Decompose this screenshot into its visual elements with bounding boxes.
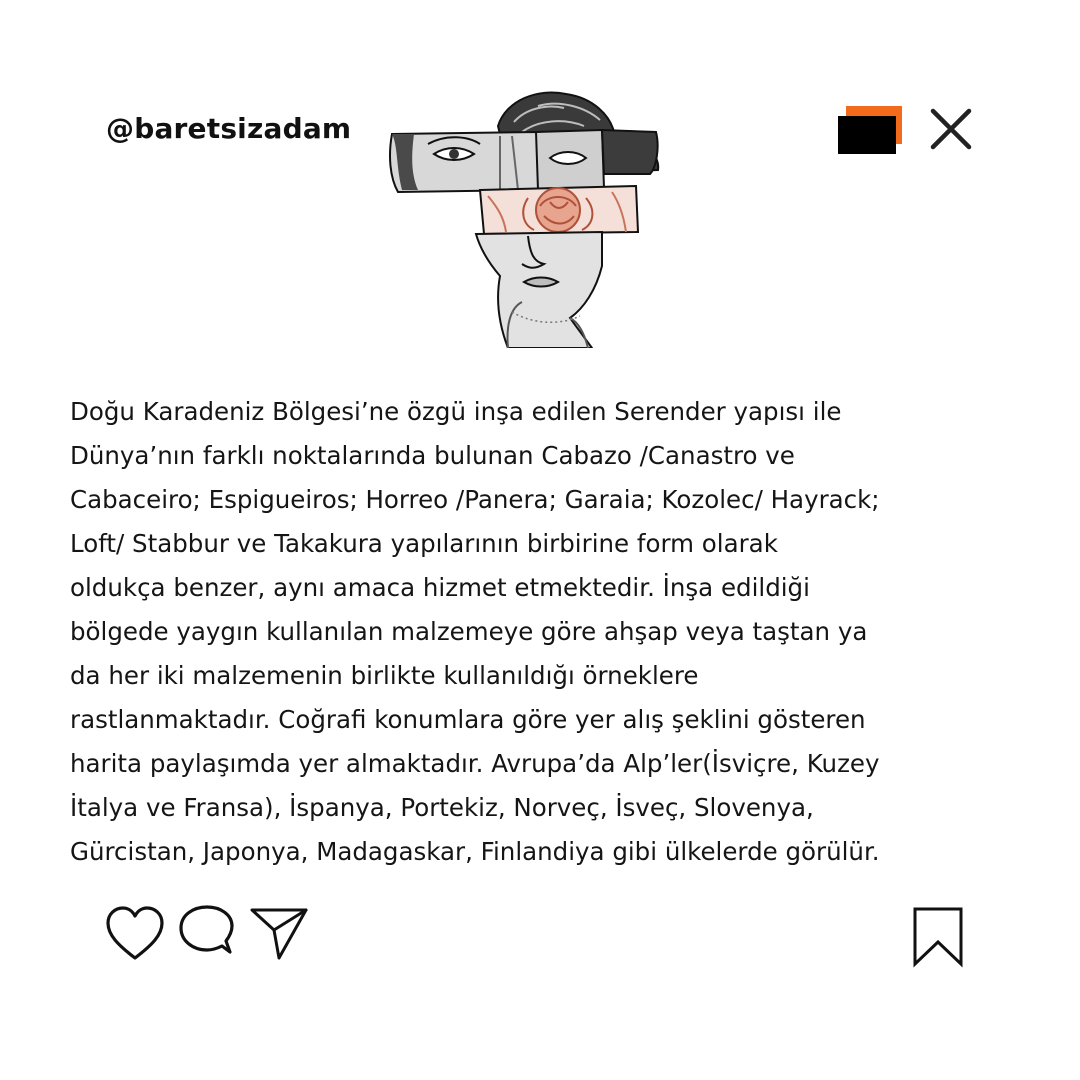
bookmark-icon[interactable] [912,906,964,968]
post-caption: Doğu Karadeniz Bölgesi’ne özgü inşa edil… [70,390,1015,874]
caption-line: Dünya’nın farklı noktalarında bulunan Ca… [70,441,795,470]
close-icon[interactable] [928,106,974,152]
statue-head-illustration [389,91,660,348]
caption-line: bölgede yaygın kullanılan malzemeye göre… [70,617,868,646]
caption-line: da her iki malzemenin birlikte kullanıld… [70,661,699,690]
caption-line: Cabaceiro; Espigueiros; Horreo /Panera; … [70,485,880,514]
caption-line: rastlanmaktadır. Coğrafi konumlara göre … [70,705,866,734]
comment-icon[interactable] [176,904,238,964]
account-handle[interactable]: @baretsizadam [106,112,351,145]
caption-line: Gürcistan, Japonya, Madagaskar, Finlandi… [70,837,880,866]
window-icon[interactable] [838,106,904,156]
caption-line: harita paylaşımda yer almaktadır. Avrupa… [70,749,880,778]
caption-line: oldukça benzer, aynı amaca hizmet etmekt… [70,573,810,602]
heart-icon[interactable] [104,904,166,964]
send-icon[interactable] [248,904,310,962]
caption-line: İtalya ve Fransa), İspanya, Portekiz, No… [70,793,814,822]
caption-line: Loft/ Stabbur ve Takakura yapılarının bi… [70,529,778,558]
window-icon-front [838,116,896,154]
caption-line: Doğu Karadeniz Bölgesi’ne özgü inşa edil… [70,397,842,426]
